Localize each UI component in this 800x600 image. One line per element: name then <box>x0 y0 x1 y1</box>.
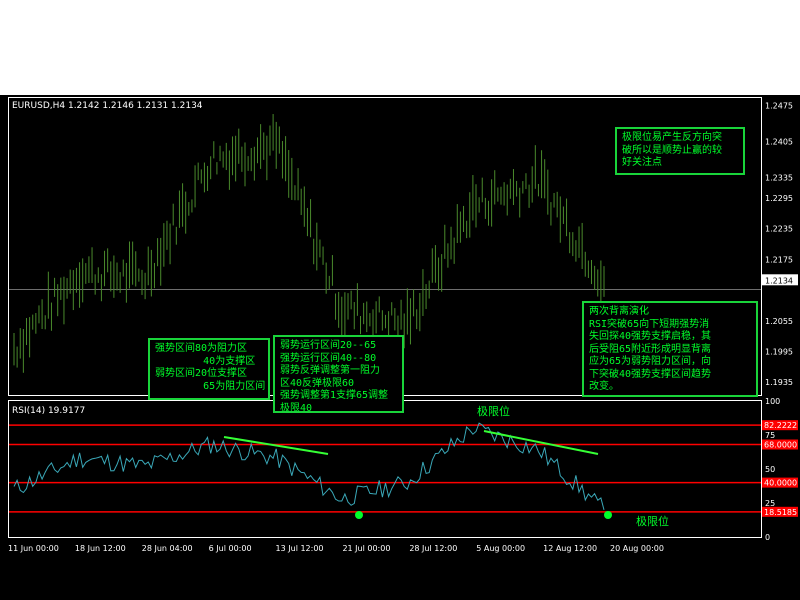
time-tick-label: 11 Jun 00:00 <box>8 544 59 553</box>
rsi-label: RSI(14) 19.9177 <box>12 406 85 416</box>
price-axis: 1.2475 1.2405 1.2335 1.2295 1.2235 1.2175 1.21… <box>762 102 798 387</box>
time-tick-label: 13 Jul 12:00 <box>276 544 324 553</box>
time-tick-label: 28 Jun 04:00 <box>142 544 193 553</box>
price-tick-label: 1.2405 <box>765 138 793 147</box>
annotation-box-4: 两次背离演化 RSI突破65向下短期强势消 失回探40强势支撑启稳，其 后受阻6… <box>582 301 758 397</box>
divergence-line-2 <box>483 430 599 455</box>
rsi-tick-label: 25 <box>765 499 775 508</box>
extreme-label-bottom: 极限位 <box>636 514 669 528</box>
time-tick-label: 18 Jun 12:00 <box>75 544 126 553</box>
time-tick-label: 6 Jul 00:00 <box>209 544 252 553</box>
annotation-box-1: 强势区间80为阻力区 40为支撑区 弱势区间20位支撑区 65为阻力区间 <box>148 338 270 400</box>
rsi-level-tag-label: 18.5185 <box>764 508 797 517</box>
rsi-axis: 100 75 50 25 0 82.2222 68.0000 40.0000 18.5185 <box>762 397 798 542</box>
price-tick-label: 1.2055 <box>765 317 793 326</box>
rsi-tick-label: 75 <box>765 431 775 440</box>
price-tick-label: 1.1935 <box>765 378 793 387</box>
symbol-info: EURUSD,H4 1.2142 1.2146 1.2131 1.2134 <box>12 101 203 111</box>
chart-window[interactable]: EURUSD,H4 1.2142 1.2146 1.2131 1.2134 RS… <box>0 95 800 600</box>
annotation-box-2: 弱势运行区间20--65 强势运行区间40--80 弱势反弹调整第一阻力 区40… <box>273 335 404 413</box>
rsi-tick-label: 100 <box>765 397 780 406</box>
extreme-label-top: 极限位 <box>477 404 510 418</box>
rsi-tick-label: 50 <box>765 465 775 474</box>
price-tick-label: 1.2295 <box>765 194 793 203</box>
price-tick-label: 1.2134 <box>765 276 793 285</box>
rsi-level-tag-label: 40.0000 <box>764 479 797 488</box>
rsi-line <box>13 422 605 511</box>
price-bars <box>13 114 605 373</box>
time-tick-label: 20 Aug 00:00 <box>610 544 664 553</box>
annotation-box-3: 极限位易产生反方向突 破所以是顺势止赢的较 好关注点 <box>615 127 745 175</box>
time-axis: 11 Jun 00:00 18 Jun 12:00 28 Jun 04:00 6 Ju… <box>8 544 664 553</box>
price-tick-label: 1.1995 <box>765 347 793 356</box>
extreme-marker-2 <box>604 511 612 519</box>
price-tick-label: 1.2475 <box>765 102 793 111</box>
rsi-level-tag-label: 82.2222 <box>764 421 797 430</box>
time-tick-label: 21 Jul 00:00 <box>342 544 390 553</box>
rsi-level-tag-label: 68.0000 <box>764 441 797 450</box>
price-tick-label: 1.2235 <box>765 225 793 234</box>
price-tick-label: 1.2335 <box>765 173 793 182</box>
rsi-tick-label: 0 <box>765 533 770 542</box>
time-tick-label: 12 Aug 12:00 <box>543 544 597 553</box>
rsi-levels <box>9 424 761 513</box>
extreme-marker-1 <box>355 511 363 519</box>
time-tick-label: 28 Jul 12:00 <box>409 544 457 553</box>
price-tick-label: 1.2175 <box>765 255 793 264</box>
time-tick-label: 5 Aug 00:00 <box>476 544 525 553</box>
